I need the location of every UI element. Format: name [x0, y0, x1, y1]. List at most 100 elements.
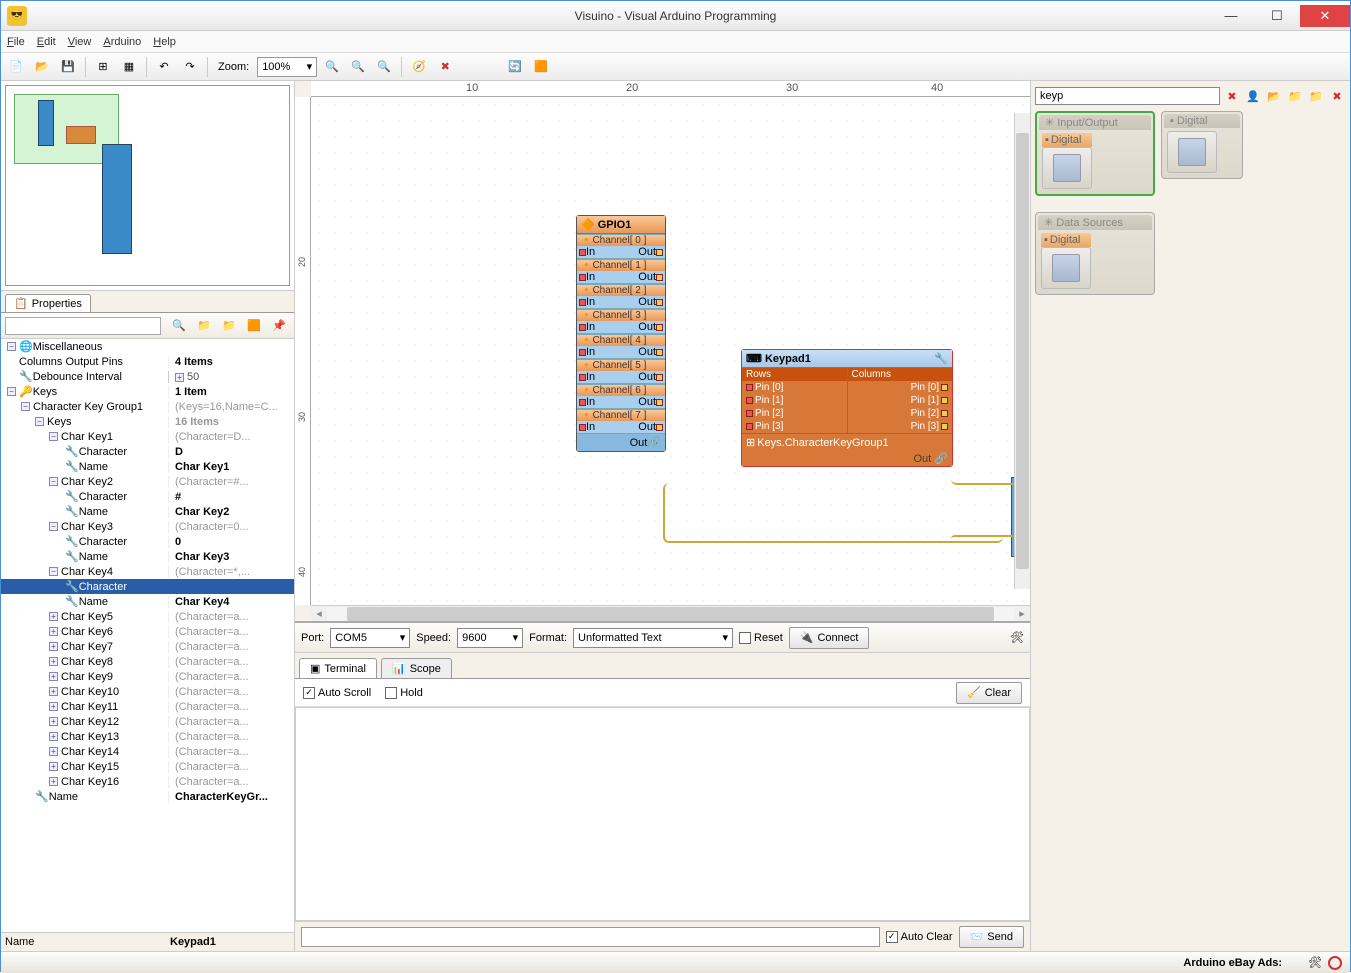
format-combo[interactable]: Unformatted Text▾: [573, 628, 733, 648]
zoom-in-icon: 🔍: [351, 60, 365, 73]
upload-button[interactable]: 🔄: [504, 56, 526, 78]
terminal-tab[interactable]: ▣Terminal: [299, 658, 377, 678]
align-button[interactable]: ⊞: [92, 56, 114, 78]
save-button[interactable]: 💾: [57, 56, 79, 78]
statusbar: Arduino eBay Ads: 🛠: [1, 951, 1350, 973]
settings-icon[interactable]: 🛠: [1308, 956, 1322, 969]
clear-icon: 🧹: [967, 686, 981, 699]
properties-search[interactable]: [5, 317, 161, 335]
close-button[interactable]: ✕: [1300, 5, 1350, 27]
arduino-icon: 🟧: [534, 60, 548, 73]
folder-out-icon[interactable]: 📂: [1265, 87, 1283, 105]
clear-button[interactable]: 🧹Clear: [956, 682, 1022, 704]
canvas-vscroll[interactable]: [1014, 113, 1030, 589]
design-canvas[interactable]: 🔶GPIO1 🔸Channel[ 0 ]InOut🔸Channel[ 1 ]In…: [311, 97, 1030, 605]
menu-view[interactable]: View: [68, 36, 92, 48]
power-icon[interactable]: [1328, 956, 1342, 970]
overview-panel[interactable]: [1, 81, 294, 291]
gpio-component[interactable]: 🔶GPIO1 🔸Channel[ 0 ]InOut🔸Channel[ 1 ]In…: [576, 215, 666, 452]
autoscroll-checkbox[interactable]: ✓Auto Scroll: [303, 687, 371, 699]
properties-toolbar: 🔍 📁 📁 🟧 📌: [1, 313, 294, 339]
zoom-in-button[interactable]: 🔍: [347, 56, 369, 78]
scope-tab[interactable]: 📊Scope: [381, 658, 452, 678]
format-label: Format:: [529, 632, 567, 644]
new-button[interactable]: 📄: [5, 56, 27, 78]
properties-tab[interactable]: 📋 Properties: [5, 294, 91, 312]
grid-button[interactable]: ▦: [118, 56, 140, 78]
menu-help[interactable]: Help: [153, 36, 176, 48]
ruler-vertical: 20 30 40: [295, 97, 311, 605]
star-icon: ✳: [1045, 116, 1054, 129]
props-folder3[interactable]: 🟧: [243, 315, 265, 337]
palette-group-io: ✳Input/Output ▪Digital: [1035, 111, 1155, 196]
zoom-fit-button[interactable]: 🔍: [321, 56, 343, 78]
keys-icon: ⊞: [746, 436, 755, 449]
redo-icon: ↷: [185, 60, 194, 73]
palette-item-digital3[interactable]: ▪Digital: [1038, 230, 1094, 292]
properties-footer: Name Keypad1: [1, 932, 294, 951]
component-palette: ✖ 👤 📂 📁 📁 ✖ ✳Input/Output ▪Digital ▪Digi…: [1030, 81, 1350, 951]
send-icon: 📨: [970, 930, 984, 943]
zoom-out-button[interactable]: 🔍: [373, 56, 395, 78]
terminal-pane: Port: COM5▾ Speed: 9600▾ Format: Unforma…: [295, 621, 1030, 951]
menu-arduino[interactable]: Arduino: [103, 36, 141, 48]
send-button[interactable]: 📨Send: [959, 926, 1024, 948]
props-pin[interactable]: 📌: [268, 315, 290, 337]
props-folder2[interactable]: 📁: [218, 315, 240, 337]
star-icon: ✳: [1044, 216, 1053, 229]
autoclear-checkbox[interactable]: ✓Auto Clear: [886, 931, 953, 943]
undo-button[interactable]: ↶: [153, 56, 175, 78]
terminal-input[interactable]: [301, 927, 880, 947]
zoom-combo[interactable]: 100%▾: [257, 57, 317, 77]
filter-icon[interactable]: 👤: [1244, 87, 1262, 105]
folder-icon: 📁: [197, 319, 211, 332]
chip-icon: 🔶: [581, 218, 595, 231]
ruler-horizontal: 10 20 30 40: [311, 81, 1030, 97]
port-combo[interactable]: COM5▾: [330, 628, 410, 648]
pin-icon: 📌: [272, 319, 286, 332]
grid-icon: ▦: [124, 60, 134, 73]
props-search-btn[interactable]: 🔍: [168, 315, 190, 337]
palette-item-digital[interactable]: ▪Digital: [1039, 130, 1095, 192]
clear-search-icon[interactable]: ✖: [1223, 87, 1241, 105]
main-toolbar: 📄 📂 💾 ⊞ ▦ ↶ ↷ Zoom: 100%▾ 🔍 🔍 🔍 🧭 ✖ 🔄 🟧: [1, 53, 1350, 81]
arduino-button[interactable]: 🟧: [530, 56, 552, 78]
delete-button[interactable]: ✖: [434, 56, 456, 78]
search-icon: 🔍: [172, 319, 186, 332]
open-button[interactable]: 📂: [31, 56, 53, 78]
delete-palette-icon[interactable]: ✖: [1328, 87, 1346, 105]
navigate-button[interactable]: 🧭: [408, 56, 430, 78]
undo-icon: ↶: [159, 60, 168, 73]
titlebar: 😎 Visuino - Visual Arduino Programming —…: [1, 1, 1350, 31]
ads-label: Arduino eBay Ads:: [1183, 957, 1282, 969]
palette-group-datasources: ✳Data Sources ▪Digital: [1035, 212, 1155, 295]
canvas-hscroll[interactable]: ◂▸: [311, 605, 1030, 621]
terminal-output[interactable]: [295, 707, 1030, 921]
window-title: Visuino - Visual Arduino Programming: [575, 9, 777, 23]
magnifier-icon: 🔍: [325, 60, 339, 73]
menu-file[interactable]: File: [7, 36, 25, 48]
app-icon: 😎: [7, 6, 27, 26]
palette-item-digital2[interactable]: [1164, 128, 1220, 176]
minimize-button[interactable]: —: [1208, 5, 1254, 27]
redo-button[interactable]: ↷: [179, 56, 201, 78]
align-icon: ⊞: [98, 60, 107, 73]
reset-checkbox[interactable]: Reset: [739, 632, 783, 644]
speed-label: Speed:: [416, 632, 451, 644]
connect-icon: 🔌: [800, 631, 814, 644]
maximize-button[interactable]: ☐: [1254, 5, 1300, 27]
keypad-component[interactable]: ⌨ Keypad1🔧 Rows Pin [0]Pin [1]Pin [2]Pin…: [741, 349, 953, 467]
wrench-icon[interactable]: 🔧: [934, 352, 948, 365]
palette-search[interactable]: [1035, 87, 1220, 105]
props-folder1[interactable]: 📁: [193, 315, 215, 337]
folder-tree-icon[interactable]: 📁: [1307, 87, 1325, 105]
chevron-down-icon: ▾: [307, 60, 313, 73]
folder-in-icon[interactable]: 📁: [1286, 87, 1304, 105]
properties-tree[interactable]: −🌐 Miscellaneous Columns Output Pins4 It…: [1, 339, 294, 932]
tools-icon[interactable]: 🛠: [1010, 631, 1024, 644]
menu-edit[interactable]: Edit: [37, 36, 56, 48]
connect-button[interactable]: 🔌Connect: [789, 627, 870, 649]
speed-combo[interactable]: 9600▾: [457, 628, 523, 648]
hold-checkbox[interactable]: Hold: [385, 687, 423, 699]
properties-icon: 📋: [14, 297, 28, 310]
